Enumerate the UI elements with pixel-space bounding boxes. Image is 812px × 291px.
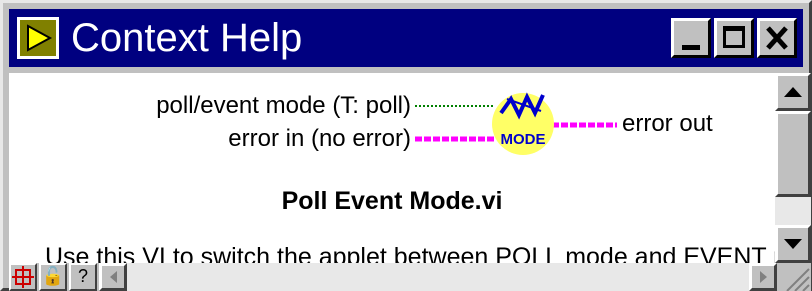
- title-bar[interactable]: Context Help: [9, 9, 803, 67]
- lock-icon: 🔓: [41, 266, 65, 286]
- resize-grip-icon[interactable]: [779, 263, 811, 291]
- show-connector-button[interactable]: [9, 263, 37, 291]
- horizontal-scrollbar[interactable]: [99, 263, 777, 291]
- maximize-button[interactable]: [714, 18, 754, 58]
- bottom-bar: 🔓 ?: [9, 263, 811, 291]
- context-help-window: Context Help poll/event mode (T: poll) e…: [0, 0, 812, 291]
- vi-icon-text: MODE: [501, 131, 546, 148]
- help-icon: ?: [77, 266, 88, 286]
- maximize-icon: [723, 26, 745, 48]
- help-content: poll/event mode (T: poll) error in (no e…: [9, 73, 775, 263]
- scroll-down-button[interactable]: [775, 225, 811, 263]
- help-button[interactable]: ?: [69, 263, 97, 291]
- labview-icon: [17, 17, 59, 59]
- scroll-up-button[interactable]: [775, 73, 811, 111]
- minimize-icon: [682, 45, 700, 50]
- vi-description: Use this VI to switch the applet between…: [45, 243, 775, 263]
- scroll-up-icon: [784, 87, 802, 97]
- vi-name: Poll Event Mode.vi: [281, 187, 503, 215]
- scroll-down-icon: [784, 239, 802, 249]
- connector-icon: [12, 266, 34, 288]
- poll-event-mode-vi-icon: MODE: [492, 92, 554, 155]
- connector-pane: MODE: [415, 92, 617, 155]
- scroll-right-icon: [760, 271, 767, 283]
- scroll-right-button[interactable]: [749, 263, 777, 291]
- scroll-left-icon: [110, 271, 117, 283]
- close-button[interactable]: [757, 18, 797, 58]
- close-icon: [766, 26, 788, 50]
- minimize-button[interactable]: [671, 18, 711, 58]
- vertical-scrollbar[interactable]: [775, 73, 811, 263]
- window-title: Context Help: [71, 16, 303, 60]
- scroll-left-button[interactable]: [99, 263, 127, 291]
- scroll-thumb[interactable]: [775, 111, 811, 197]
- lock-button[interactable]: 🔓: [39, 263, 67, 291]
